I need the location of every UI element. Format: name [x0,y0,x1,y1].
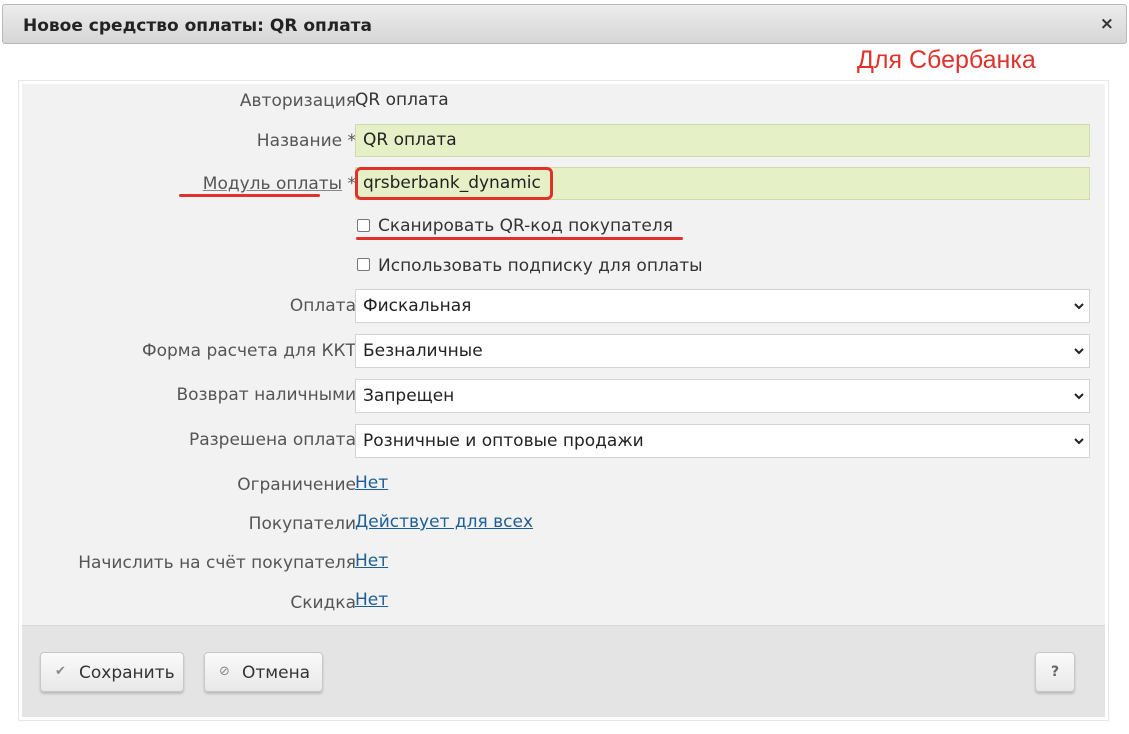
kkt-form-label: Форма расчета для ККТ [141,341,356,361]
name-input[interactable]: QR оплата [355,124,1090,157]
cash-return-select[interactable]: Запрещен [355,379,1090,413]
payment-select[interactable]: Фискальная [355,289,1090,323]
module-value-highlight [355,167,553,200]
help-button[interactable]: ? [1035,652,1075,692]
kkt-form-select[interactable]: Безналичные [355,334,1090,368]
save-button[interactable]: ✔ Сохранить [40,652,184,692]
close-icon[interactable]: × [1100,14,1114,34]
cash-return-select-value: Запрещен [363,386,455,406]
form-footer [22,625,1105,717]
payment-select-value: Фискальная [363,296,472,316]
allowed-payment-select[interactable]: Розничные и оптовые продажи [355,424,1090,458]
customers-link[interactable]: Действует для всех [355,512,533,532]
scan-qr-label[interactable]: Сканировать QR-код покупателя [378,216,673,236]
authorization-label: Авторизация [239,91,356,111]
kkt-form-select-value: Безналичные [363,341,483,361]
name-label: Название * [256,131,356,151]
dialog-titlebar: Новое средство оплаты: QR оплата × [2,4,1127,44]
use-subscription-checkbox[interactable] [357,258,370,271]
chevron-down-icon [1074,438,1084,445]
credit-account-label: Начислить на счёт покупателя [78,553,356,573]
chevron-down-icon [1074,348,1084,355]
customers-label: Покупатели [248,514,356,534]
dialog-title: Новое средство оплаты: QR оплата [23,16,373,36]
limitation-label: Ограничение [237,475,356,495]
annotation-note: Для Сбербанка [857,46,1036,74]
scan-qr-checkbox[interactable] [357,219,370,232]
cancel-button-label: Отмена [242,663,311,683]
allowed-payment-select-value: Розничные и оптовые продажи [363,431,644,451]
help-icon: ? [1051,664,1060,680]
limitation-link[interactable]: Нет [355,473,388,493]
cancel-button[interactable]: ⊘ Отмена [204,652,323,692]
allowed-payment-label: Разрешена оплата [188,430,356,450]
chevron-down-icon [1074,393,1084,400]
use-subscription-label[interactable]: Использовать подписку для оплаты [378,256,703,276]
discount-link[interactable]: Нет [355,590,388,610]
module-label-highlight [179,194,320,197]
module-label: Модуль оплаты [202,174,343,194]
discount-label: Скидка [290,593,356,613]
cash-return-label: Возврат наличными [176,385,356,405]
chevron-down-icon [1074,303,1084,310]
authorization-value: QR оплата [355,90,449,110]
checkmark-icon: ✔ [55,664,66,679]
save-button-label: Сохранить [79,663,175,683]
credit-account-link[interactable]: Нет [355,551,388,571]
module-label-row: Модуль оплаты * [203,174,356,194]
cancel-icon: ⊘ [219,664,230,679]
payment-label: Оплата [289,296,356,316]
scan-qr-highlight [356,237,683,240]
